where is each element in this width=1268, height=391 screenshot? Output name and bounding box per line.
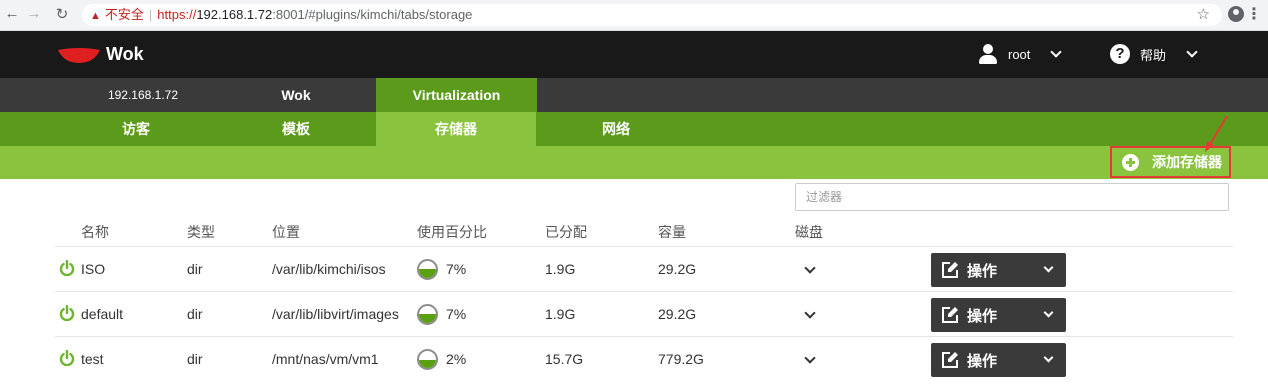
usage-gauge-icon [417,259,438,280]
usage-gauge-icon [417,349,438,370]
column-header-capacity[interactable]: 容量 [658,218,686,246]
power-icon[interactable] [59,305,75,321]
brand-name: Wok [106,44,144,64]
pool-usage: 7% [446,306,467,322]
pool-capacity: 29.2G [658,261,697,277]
actions-label: 操作 [967,352,998,370]
pool-allocated: 1.9G [545,261,576,277]
bookmark-star-icon[interactable]: ☆ [1197,5,1210,23]
pool-name: default [81,306,124,322]
tab-templates[interactable]: 模板 [216,112,376,146]
actions-button[interactable]: 操作 [931,298,1066,332]
add-storage-label: 添加存储器 [1152,154,1222,170]
user-icon [978,44,998,64]
actions-label: 操作 [967,262,998,280]
usage-gauge-icon [417,304,438,325]
pool-usage: 2% [446,351,467,367]
chevron-down-icon [1043,262,1054,273]
pool-type: dir [187,306,203,322]
column-header-allocated[interactable]: 已分配 [545,218,587,246]
insecure-label: 不安全 [104,7,144,22]
column-header-usage[interactable]: 使用百分比 [417,218,487,246]
pool-capacity: 29.2G [658,306,697,322]
host-tab-bar: 192.168.1.72 Wok Virtualization [0,78,1268,112]
user-name: root [1008,46,1031,62]
pool-location: /var/lib/libvirt/images [272,306,399,322]
actions-label: 操作 [967,307,998,325]
url-scheme: https:// [157,7,197,22]
action-bar: 添加存储器 [0,146,1268,179]
tab-guests[interactable]: 访客 [56,112,216,146]
column-header-type[interactable]: 类型 [187,218,215,246]
pool-location: /mnt/nas/vm/vm1 [272,351,379,367]
warning-icon: ▲ [90,10,101,22]
url-host: 192.168.1.72 [196,7,273,22]
table-row: default dir /var/lib/libvirt/images 7% 1… [55,291,1233,336]
table-row: ISO dir /var/lib/kimchi/isos 7% 1.9G 29.… [55,246,1233,291]
url-path: :8001/#plugins/kimchi/tabs/storage [272,7,473,22]
column-header-disks[interactable]: 磁盘 [795,218,823,246]
chevron-down-icon [1050,46,1063,58]
edit-icon [942,262,958,278]
user-menu[interactable]: root [978,44,1063,64]
plus-circle-icon [1122,153,1139,171]
column-header-location[interactable]: 位置 [272,218,300,246]
tab-host-ip[interactable]: 192.168.1.72 [68,78,218,112]
chevron-down-icon [1186,46,1198,58]
power-icon[interactable] [59,350,75,366]
back-arrow-icon[interactable]: ← [2,5,22,22]
filter-input[interactable] [795,183,1229,211]
reload-icon[interactable]: ↻ [52,5,72,23]
expand-disks-chevron-icon[interactable] [804,352,816,364]
table-header: 名称 类型 位置 使用百分比 已分配 容量 磁盘 [0,218,1268,246]
annotation-arrow-icon [1205,115,1228,152]
pool-location: /var/lib/kimchi/isos [272,261,386,277]
separator: | [148,7,153,22]
address-bar[interactable]: ▲ 不安全 | https://192.168.1.72:8001/#plugins/… [82,4,1222,26]
pool-type: dir [187,351,203,367]
expand-disks-chevron-icon[interactable] [804,307,816,319]
table-row: test dir /mnt/nas/vm/vm1 2% 15.7G 779.2G… [55,336,1233,381]
help-menu[interactable]: ? 帮助 [1110,44,1198,64]
top-header: Wok root ? 帮助 [0,31,1268,78]
wok-logo-icon [58,48,100,63]
expand-disks-chevron-icon[interactable] [804,262,816,274]
edit-icon [942,352,958,368]
tab-network[interactable]: 网络 [536,112,696,146]
help-icon: ? [1110,44,1130,64]
chevron-down-icon [1043,307,1054,318]
account-icon[interactable] [1228,6,1244,22]
edit-icon [942,307,958,323]
tab-virtualization[interactable]: Virtualization [376,78,537,112]
browser-menu-icon[interactable]: ⋮ [1246,4,1262,24]
actions-button[interactable]: 操作 [931,343,1066,377]
chevron-down-icon [1043,352,1054,363]
pool-name: ISO [81,261,106,277]
pool-allocated: 15.7G [545,351,584,367]
actions-button[interactable]: 操作 [931,253,1066,287]
pool-type: dir [187,261,203,277]
power-icon[interactable] [59,260,75,276]
forward-arrow-icon[interactable]: → [24,5,44,22]
tab-wok[interactable]: Wok [216,78,376,112]
tab-storage[interactable]: 存储器 [376,112,536,146]
sub-tab-bar: 访客 模板 存储器 网络 [0,112,1268,146]
browser-toolbar: ← → ↻ ▲ 不安全 | https://192.168.1.72:8001/#pl… [0,0,1268,31]
column-header-name[interactable]: 名称 [81,218,109,246]
help-label: 帮助 [1140,47,1167,63]
pool-name: test [81,351,104,367]
pool-usage: 7% [446,261,467,277]
pool-capacity: 779.2G [658,351,704,367]
pool-allocated: 1.9G [545,306,576,322]
